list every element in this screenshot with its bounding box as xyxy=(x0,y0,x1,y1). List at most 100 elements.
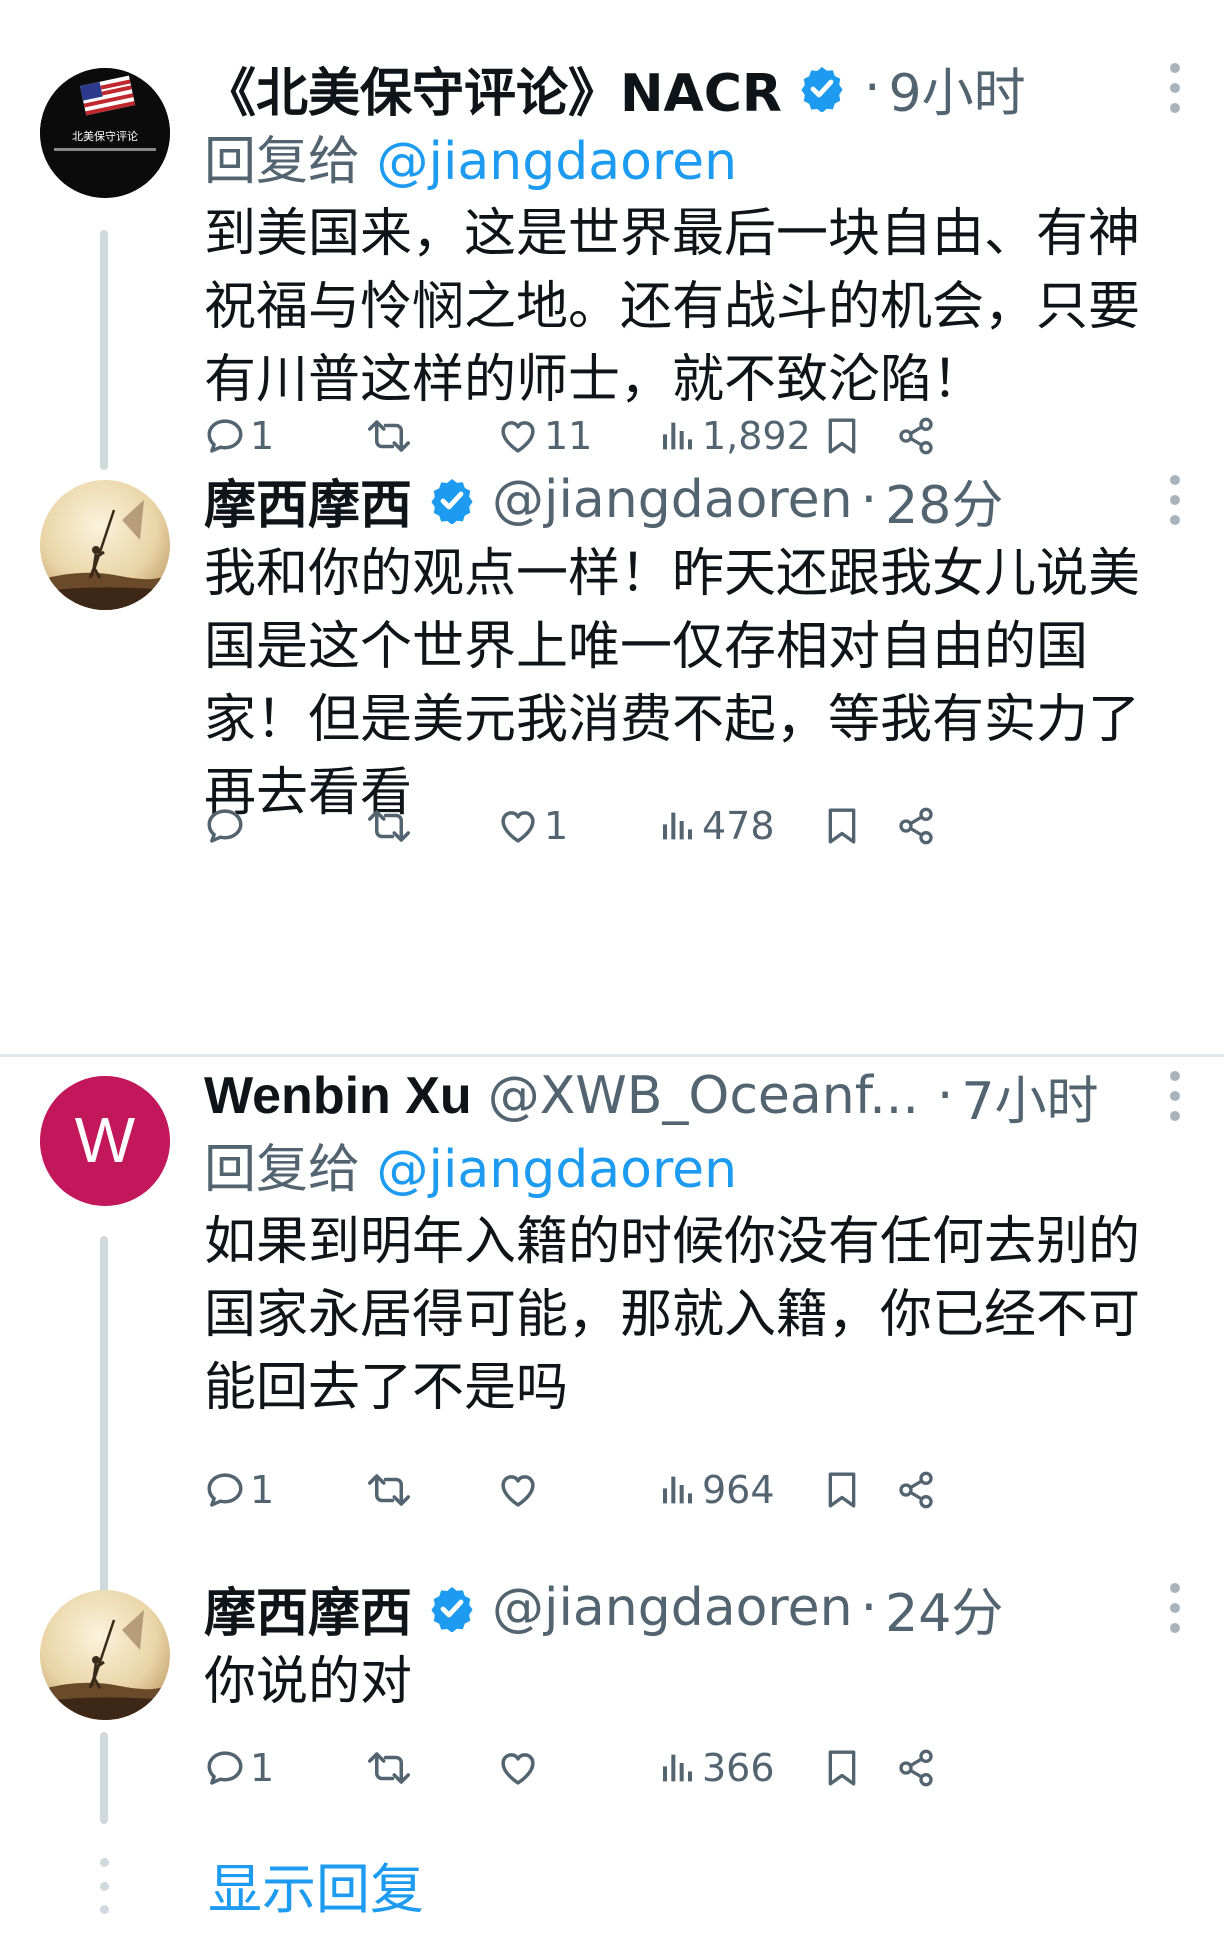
avatar-moxi[interactable] xyxy=(40,480,170,610)
like-count: 11 xyxy=(544,414,593,458)
more-icon[interactable] xyxy=(1168,1583,1182,1633)
tweet-text: 到美国来，这是世界最后一块自由、有神祝福与怜悯之地。还有战斗的机会，只要有川普这… xyxy=(204,204,1141,410)
reply-button[interactable] xyxy=(204,796,250,856)
avatar-letter: W xyxy=(75,1104,136,1176)
view-count: 1,892 xyxy=(702,414,811,458)
separator-dot: · xyxy=(860,470,878,530)
separator-dot: · xyxy=(863,58,881,118)
author-handle[interactable]: @jiangdaoren xyxy=(492,1578,853,1638)
view-count: 964 xyxy=(702,1468,775,1512)
like-button[interactable] xyxy=(496,1738,544,1798)
reply-mention-link[interactable]: @jiangdaoren xyxy=(377,1140,738,1200)
reply-button[interactable]: 1 xyxy=(204,1738,274,1798)
bookmark-icon xyxy=(828,808,856,844)
reply-mention-link[interactable]: @jiangdaoren xyxy=(377,132,738,192)
verified-badge-icon xyxy=(431,479,473,524)
author-handle[interactable]: @XWB_Oceanf... xyxy=(488,1066,919,1126)
bookmark-button[interactable] xyxy=(822,1738,862,1798)
author-name[interactable]: 摩西摩西 xyxy=(204,463,412,538)
more-icon[interactable] xyxy=(1168,63,1182,113)
timestamp[interactable]: 24分 xyxy=(885,1571,1003,1646)
action-bar: 1 366 xyxy=(204,1738,1184,1798)
tweet-header: 摩西摩西 @jiangdaoren · 28分 xyxy=(204,462,1194,538)
reply-context: 回复给 @jiangdaoren xyxy=(204,126,1194,198)
like-count: 1 xyxy=(544,804,569,848)
bookmark-button[interactable] xyxy=(822,1460,862,1520)
timestamp[interactable]: 7小时 xyxy=(961,1059,1098,1134)
share-button[interactable] xyxy=(896,796,936,856)
like-button[interactable]: 1 xyxy=(496,796,568,856)
show-replies-link[interactable]: 显示回复 xyxy=(208,1852,424,1928)
author-name[interactable]: Wenbin Xu xyxy=(204,1066,472,1126)
reply-icon xyxy=(207,1751,243,1785)
author-handle[interactable]: @jiangdaoren xyxy=(492,470,853,530)
view-count: 366 xyxy=(702,1746,775,1790)
reply-prefix: 回复给 xyxy=(204,1140,377,1200)
reply-icon xyxy=(207,1473,243,1507)
tweet-header: Wenbin Xu @XWB_Oceanf... · 7小时 xyxy=(204,1058,1194,1134)
nacr-avatar-caption: 北美保守评论 xyxy=(72,129,138,143)
tweet-header: 摩西摩西 @jiangdaoren · 24分 xyxy=(204,1570,1194,1646)
timestamp[interactable]: 9小时 xyxy=(889,51,1026,126)
share-icon xyxy=(899,1471,933,1509)
views-button[interactable]: 964 xyxy=(658,1460,775,1520)
thread-continuation-dots xyxy=(98,1858,110,1914)
views-icon xyxy=(663,1754,692,1782)
thread-divider xyxy=(0,1054,1224,1057)
reply-count: 1 xyxy=(250,1468,275,1512)
bookmark-icon xyxy=(828,1472,856,1508)
avatar-wenbin[interactable]: W xyxy=(40,1076,170,1206)
reply-prefix: 回复给 xyxy=(204,132,377,192)
views-button[interactable]: 478 xyxy=(658,796,775,856)
bookmark-button[interactable] xyxy=(822,796,862,856)
reply-icon xyxy=(207,809,243,843)
action-bar: 1 964 xyxy=(204,1460,1184,1520)
reply-button[interactable]: 1 xyxy=(204,406,274,466)
bookmark-button[interactable] xyxy=(822,406,862,466)
views-icon xyxy=(663,812,692,840)
action-bar: 1 11 1,892 xyxy=(204,406,1184,466)
tweet-text: 你说的对 xyxy=(204,1652,413,1712)
verified-badge-icon xyxy=(801,67,843,112)
tweet-text: 我和你的观点一样！昨天还跟我女儿说美国是这个世界上唯一仅存相对自由的国家！但是美… xyxy=(204,544,1141,823)
timestamp[interactable]: 28分 xyxy=(885,463,1003,538)
thread-line xyxy=(100,462,108,480)
thread-line xyxy=(100,230,108,470)
author-name[interactable]: 摩西摩西 xyxy=(204,1571,412,1646)
heart-icon xyxy=(501,1753,535,1785)
view-count: 478 xyxy=(702,804,775,848)
share-button[interactable] xyxy=(896,1738,936,1798)
tweet-header: 《北美保守评论》NACR · 9小时 xyxy=(204,50,1194,126)
views-button[interactable]: 1,892 xyxy=(658,406,811,466)
share-button[interactable] xyxy=(896,406,936,466)
bookmark-icon xyxy=(828,1750,856,1786)
share-icon xyxy=(899,1749,933,1787)
separator-dot: · xyxy=(936,1066,954,1126)
retweet-icon xyxy=(368,1474,410,1506)
thread-line xyxy=(100,1732,108,1824)
more-icon[interactable] xyxy=(1168,1071,1182,1121)
reply-button[interactable]: 1 xyxy=(204,1460,274,1520)
views-button[interactable]: 366 xyxy=(658,1738,775,1798)
heart-icon xyxy=(501,1475,535,1507)
views-icon xyxy=(663,422,692,450)
heart-icon xyxy=(501,811,535,843)
bookmark-icon xyxy=(828,418,856,454)
more-icon[interactable] xyxy=(1168,475,1182,525)
author-name[interactable]: 《北美保守评论》NACR xyxy=(204,51,782,126)
share-button[interactable] xyxy=(896,1460,936,1520)
retweet-icon xyxy=(368,810,410,842)
retweet-icon xyxy=(368,1752,410,1784)
avatar-nacr[interactable]: 北美保守评论 xyxy=(40,68,170,198)
reply-count: 1 xyxy=(250,1746,275,1790)
tweet-text: 如果到明年入籍的时候你没有任何去别的国家永居得可能，那就入籍，你已经不可能回去了… xyxy=(204,1212,1141,1418)
share-icon xyxy=(899,417,933,455)
retweet-button[interactable] xyxy=(366,1460,416,1520)
avatar-moxi[interactable] xyxy=(40,1590,170,1720)
like-button[interactable]: 11 xyxy=(496,406,592,466)
retweet-button[interactable] xyxy=(366,406,416,466)
like-button[interactable] xyxy=(496,1460,544,1520)
heart-icon xyxy=(501,421,535,453)
retweet-button[interactable] xyxy=(366,796,416,856)
retweet-button[interactable] xyxy=(366,1738,416,1798)
